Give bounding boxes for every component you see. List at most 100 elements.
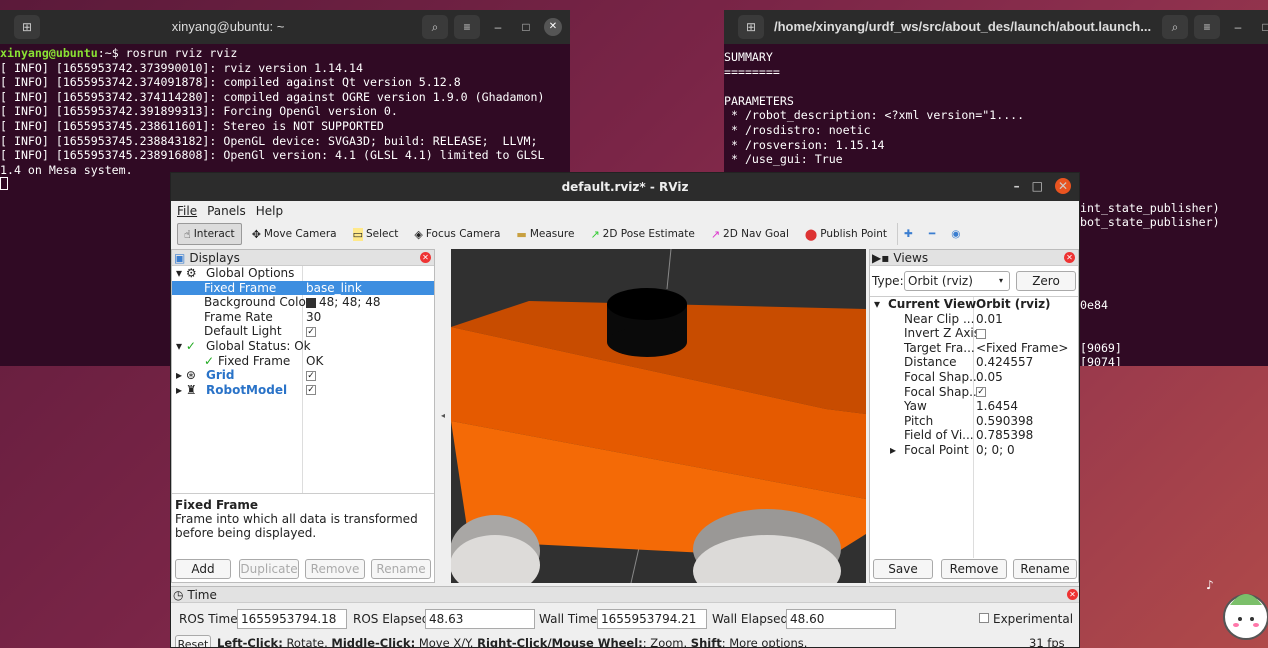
tool-interact[interactable]: ☝ Interact — [177, 223, 242, 245]
remove-view-button[interactable]: Remove — [941, 559, 1007, 579]
view-prop-focal-shape-size[interactable]: Focal Shap... 0.05 — [870, 370, 1078, 385]
tree-grid[interactable]: ▸ ⊛ Grid ✓ — [172, 368, 434, 383]
close-panel-icon[interactable]: ✕ — [1064, 252, 1075, 263]
tree-value[interactable]: 0.590398 — [976, 414, 1033, 429]
search-icon[interactable]: ⌕ — [422, 15, 448, 39]
tool-2d-pose-estimate[interactable]: ↗ 2D Pose Estimate — [584, 223, 700, 245]
view-prop-invert-z[interactable]: Invert Z Axis — [870, 326, 1078, 341]
rename-view-button[interactable]: Rename — [1013, 559, 1077, 579]
tree-status-fixed-frame[interactable]: ✓ Fixed Frame OK — [172, 354, 434, 369]
tool-move-camera[interactable]: ✥ Move Camera — [246, 223, 343, 245]
tree-frame-rate[interactable]: Frame Rate 30 — [172, 310, 434, 325]
duplicate-display-button[interactable]: Duplicate — [239, 559, 299, 579]
close-icon[interactable]: ✕ — [544, 18, 562, 36]
tree-robot-model[interactable]: ▸ ♜ RobotModel ✓ — [172, 383, 434, 398]
focus-icon: ◈ — [414, 227, 423, 241]
ros-elapsed-field[interactable]: 48.63 — [425, 609, 535, 629]
tree-global-status[interactable]: ▾ ✓ Global Status: Ok — [172, 339, 434, 354]
rename-display-button[interactable]: Rename — [371, 559, 431, 579]
close-panel-icon[interactable]: ✕ — [420, 252, 431, 263]
rviz-titlebar[interactable]: default.rviz* - RViz – □ ✕ — [171, 173, 1079, 201]
remove-tool-button[interactable]: ━ — [923, 223, 941, 245]
maximize-icon[interactable]: □ — [1032, 179, 1043, 193]
close-icon[interactable]: ✕ — [1055, 178, 1071, 194]
tool-measure[interactable]: ▬ Measure — [510, 223, 580, 245]
tree-value[interactable]: 1.6454 — [976, 399, 1018, 414]
wall-elapsed-field[interactable]: 48.60 — [786, 609, 896, 629]
menu-icon[interactable]: ≡ — [1194, 15, 1220, 39]
default-light-checkbox[interactable]: ✓ — [306, 326, 316, 337]
tool-focus-camera[interactable]: ◈ Focus Camera — [408, 223, 506, 245]
tree-label: Pitch — [904, 413, 934, 428]
tree-current-view[interactable]: ▾ Current View Orbit (rviz) — [870, 297, 1078, 312]
tree-label: Target Fra... — [904, 340, 975, 355]
experimental-checkbox[interactable] — [979, 613, 989, 623]
tree-value[interactable]: 0.01 — [976, 312, 1003, 327]
svg-text:♪: ♪ — [1206, 578, 1214, 592]
tree-global-options[interactable]: ▾ ⚙ Global Options — [172, 266, 434, 281]
wall-time-field[interactable]: 1655953794.21 — [597, 609, 707, 629]
tool-properties-button[interactable]: ◉ — [945, 223, 966, 245]
ros-time-field[interactable]: 1655953794.18 — [237, 609, 347, 629]
tree-label: Focal Shap... — [904, 369, 981, 384]
terminal-fragment: int_state_publisher) — [1080, 201, 1220, 215]
minimize-icon[interactable]: – — [488, 20, 508, 35]
reset-button[interactable]: Reset — [175, 635, 211, 647]
color-swatch[interactable] — [306, 297, 316, 308]
remove-display-button[interactable]: Remove — [305, 559, 365, 579]
menu-file[interactable]: File — [177, 204, 197, 218]
view-prop-target-frame[interactable]: Target Fra... <Fixed Frame> — [870, 341, 1078, 356]
maximize-icon[interactable]: □ — [1256, 20, 1268, 35]
tree-fixed-frame[interactable]: Fixed Frame base_link — [172, 280, 434, 296]
tree-value[interactable]: 0; 0; 0 — [976, 443, 1015, 458]
help-desc: Move X/Y. — [415, 636, 478, 648]
save-view-button[interactable]: Save — [873, 559, 933, 579]
view-prop-focal-point[interactable]: ▸ Focal Point 0; 0; 0 — [870, 443, 1078, 458]
log-line: ======== — [724, 64, 780, 79]
grid-checkbox[interactable]: ✓ — [306, 370, 316, 381]
tool-select[interactable]: ▭ Select — [347, 223, 405, 245]
view-prop-pitch[interactable]: Pitch 0.590398 — [870, 414, 1078, 429]
menu-icon[interactable]: ≡ — [454, 15, 480, 39]
view-type-select[interactable]: Orbit (rviz) ▾ — [904, 271, 1010, 291]
rviz-window[interactable]: default.rviz* - RViz – □ ✕ File Panels H… — [170, 172, 1080, 648]
tree-value[interactable]: 0.785398 — [976, 428, 1033, 443]
focal-shape-checkbox[interactable]: ✓ — [976, 387, 986, 398]
terminal-titlebar[interactable]: ⊞ /home/xinyang/urdf_ws/src/about_des/la… — [724, 10, 1268, 44]
minimize-icon[interactable]: – — [1228, 20, 1248, 35]
left-splitter-arrow[interactable]: ◂ — [441, 411, 445, 420]
tree-default-light[interactable]: Default Light ✓ — [172, 324, 434, 339]
new-tab-icon[interactable]: ⊞ — [14, 15, 40, 39]
robot-model-checkbox[interactable]: ✓ — [306, 385, 316, 396]
tool-label: Interact — [193, 228, 235, 240]
search-icon[interactable]: ⌕ — [1162, 15, 1188, 39]
menu-panels[interactable]: Panels — [207, 204, 246, 218]
tree-background-color[interactable]: Background Color 48; 48; 48 — [172, 295, 434, 310]
mascot-icon: ♪ — [1206, 578, 1268, 640]
view-prop-distance[interactable]: Distance 0.424557 — [870, 355, 1078, 370]
tree-value[interactable]: 0.05 — [976, 370, 1003, 385]
minimize-icon[interactable]: – — [1014, 179, 1020, 193]
tree-value[interactable]: <Fixed Frame> — [976, 341, 1068, 356]
zero-button[interactable]: Zero — [1016, 271, 1076, 291]
tool-2d-nav-goal[interactable]: ↗ 2D Nav Goal — [705, 223, 795, 245]
add-tool-button[interactable]: ✚ — [897, 223, 919, 245]
prompt-user: xinyang@ubuntu — [0, 46, 98, 60]
view-prop-yaw[interactable]: Yaw 1.6454 — [870, 399, 1078, 414]
invert-z-checkbox[interactable] — [976, 328, 986, 339]
view-prop-fov[interactable]: Field of Vi... 0.785398 — [870, 428, 1078, 443]
tree-value[interactable]: 30 — [302, 310, 321, 325]
render-viewport[interactable] — [451, 249, 866, 583]
menu-help[interactable]: Help — [256, 204, 283, 218]
add-display-button[interactable]: Add — [175, 559, 231, 579]
tree-value[interactable]: base_link — [302, 281, 362, 296]
new-tab-icon[interactable]: ⊞ — [738, 15, 764, 39]
close-panel-icon[interactable]: ✕ — [1067, 589, 1078, 600]
terminal-titlebar[interactable]: ⊞ xinyang@ubuntu: ~ ⌕ ≡ – □ ✕ — [0, 10, 570, 44]
maximize-icon[interactable]: □ — [516, 20, 536, 35]
tree-label: Focal Shap... — [904, 384, 981, 399]
tree-value[interactable]: 0.424557 — [976, 355, 1033, 370]
view-prop-near-clip[interactable]: Near Clip ... 0.01 — [870, 312, 1078, 327]
tool-publish-point[interactable]: ⬤ Publish Point — [799, 223, 893, 245]
view-prop-focal-shape-fixed[interactable]: Focal Shap... ✓ — [870, 385, 1078, 400]
